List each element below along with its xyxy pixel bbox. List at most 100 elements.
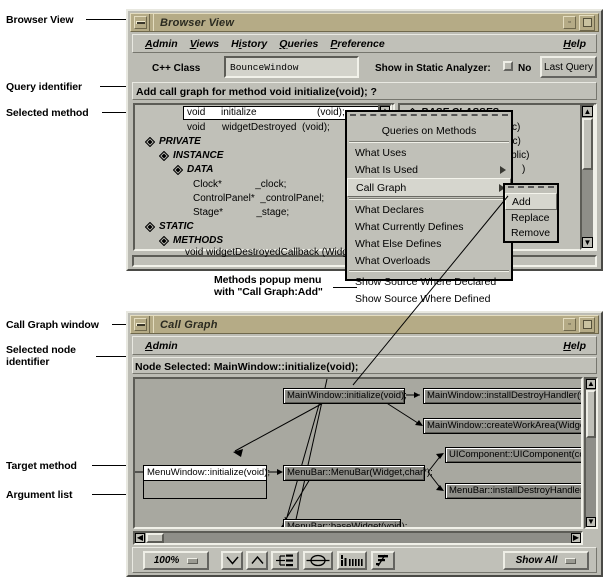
menu-history[interactable]: History xyxy=(231,38,267,50)
menu-item-what-else-defines[interactable]: What Else Defines xyxy=(347,235,511,252)
window-minimize-icon[interactable] xyxy=(134,16,147,29)
show-mode-option-menu[interactable]: Show All xyxy=(503,551,589,570)
callgraph-titlebar[interactable]: Call Graph ▫ xyxy=(130,315,599,334)
list-item[interactable]: ) xyxy=(522,164,525,175)
menu-item-show-source-where-defined[interactable]: Show Source Where Defined xyxy=(347,290,511,307)
menu-item-show-source-where-declared[interactable]: Show Source Where Declared xyxy=(347,273,511,290)
list-item[interactable]: METHODS xyxy=(173,235,223,246)
scroll-down-icon[interactable]: ▼ xyxy=(582,237,593,248)
queries-on-methods-popup: Queries on Methods What Uses What Is Use… xyxy=(345,110,513,305)
canvas-vertical-scrollbar[interactable]: ▲ ▼ xyxy=(584,377,598,529)
list-item[interactable]: PRIVATE xyxy=(159,136,201,147)
menu-admin[interactable]: Admin xyxy=(145,38,178,50)
menu-tearoff-handle[interactable] xyxy=(350,114,508,123)
menu-help[interactable]: Help xyxy=(563,340,586,352)
node-collapse-button[interactable] xyxy=(303,551,333,570)
diamond-icon[interactable] xyxy=(145,222,155,232)
chevron-down-button[interactable] xyxy=(221,551,243,570)
scroll-down-icon[interactable]: ▼ xyxy=(586,517,596,527)
window-menu-icon[interactable]: ▫ xyxy=(563,16,576,29)
canvas-horizontal-scrollbar[interactable]: ◀ ▶ xyxy=(133,531,583,545)
scroll-left-icon[interactable]: ◀ xyxy=(135,533,145,543)
query-identifier-text: Add call graph for method void initializ… xyxy=(136,86,377,98)
selected-method-args: (void); xyxy=(317,107,345,118)
submenu-tearoff-handle[interactable] xyxy=(508,186,554,193)
menu-item-call-graph[interactable]: Call Graph xyxy=(347,178,511,197)
menu-item-what-uses[interactable]: What Uses xyxy=(347,144,511,161)
list-item[interactable]: Stage* _stage; xyxy=(193,207,289,218)
callgraph-window-title: Call Graph xyxy=(160,318,218,331)
screenshot-root: Browser View Query identifier Selected m… xyxy=(0,0,611,583)
list-item[interactable]: ControlPanel* _controlPanel; xyxy=(193,193,324,204)
chevron-down-icon xyxy=(225,556,239,565)
menu-views[interactable]: Views xyxy=(190,38,219,50)
scroll-up-icon[interactable]: ▲ xyxy=(586,379,596,389)
graph-node[interactable]: MainWindow::initialize(void); xyxy=(283,388,407,404)
diamond-icon[interactable] xyxy=(173,165,183,175)
layout-button[interactable] xyxy=(371,551,395,570)
chevron-up-button[interactable] xyxy=(246,551,268,570)
menu-item-what-currently-defines[interactable]: What Currently Defines xyxy=(347,218,511,235)
scroll-up-icon[interactable]: ▲ xyxy=(582,106,593,117)
menu-help[interactable]: Help xyxy=(563,38,586,50)
scrollbar-thumb[interactable] xyxy=(586,390,596,438)
window-maximize-icon[interactable] xyxy=(579,316,595,333)
menu-item-what-is-used[interactable]: What Is Used xyxy=(347,161,511,178)
scroll-right-icon[interactable]: ▶ xyxy=(571,533,581,543)
diamond-icon[interactable] xyxy=(145,137,155,147)
browser-titlebar[interactable]: Browser View ▫ xyxy=(130,13,599,32)
leader-line xyxy=(102,112,128,113)
menu-preference[interactable]: Preference xyxy=(330,38,384,50)
last-query-button[interactable]: Last Query xyxy=(540,56,597,78)
graph-node[interactable]: UIComponent::UIComponent(const c xyxy=(445,447,581,463)
diamond-icon[interactable] xyxy=(159,151,169,161)
list-item[interactable]: INSTANCE xyxy=(173,150,223,161)
graph-node[interactable]: MainWindow::installDestroyHandler(void) xyxy=(423,388,581,404)
menu-item-label: Call Graph xyxy=(356,181,407,194)
node-selected-text: Node Selected: MainWindow::initialize(vo… xyxy=(135,361,359,373)
right-pane-scrollbar[interactable]: ▲ ▼ xyxy=(580,104,595,250)
scrollbar-thumb[interactable] xyxy=(582,118,593,170)
list-item[interactable]: c) xyxy=(512,122,520,133)
menu-admin[interactable]: Admin xyxy=(145,340,178,352)
graph-node[interactable]: MenuBar::baseWidget(void); xyxy=(283,519,407,527)
leader-line xyxy=(86,19,128,20)
submenu-item-add[interactable]: Add xyxy=(505,193,557,210)
titlebar-divider xyxy=(149,14,154,31)
node-selected-bar: Node Selected: MainWindow::initialize(vo… xyxy=(132,357,597,374)
call-graph-canvas[interactable]: MainWindow::initialize(void); MainWindow… xyxy=(133,377,583,529)
graph-node-selected[interactable]: MenuWindow::initialize(void); xyxy=(143,465,270,481)
submenu-item-remove[interactable]: Remove xyxy=(505,225,557,240)
window-maximize-icon[interactable] xyxy=(579,14,595,31)
diamond-icon[interactable] xyxy=(159,236,169,246)
annotation-browser-view: Browser View xyxy=(6,14,74,26)
bar-chart-icon xyxy=(341,555,363,566)
graph-node[interactable]: MenuBar::installDestroyHandler(vo xyxy=(445,483,581,499)
submenu-item-replace[interactable]: Replace xyxy=(505,210,557,225)
list-item[interactable]: Clock* _clock; xyxy=(193,179,286,190)
cpp-class-input[interactable]: BounceWindow xyxy=(224,56,359,78)
static-analyzer-label: Show in Static Analyzer: xyxy=(375,63,491,74)
tree-expand-button[interactable] xyxy=(271,551,299,570)
zoom-level-option-menu[interactable]: 100% xyxy=(143,551,209,570)
list-item[interactable]: void widgetDestroyedCallback (Widg xyxy=(185,247,348,258)
callgraph-menubar: Admin Help xyxy=(132,336,597,355)
bar-chart-button[interactable] xyxy=(337,551,367,570)
menu-item-what-declares[interactable]: What Declares xyxy=(347,201,511,218)
list-item[interactable]: STATIC xyxy=(159,221,194,232)
menu-separator xyxy=(349,141,509,143)
list-item[interactable]: void widgetDestroyed (void); xyxy=(187,122,330,133)
node-collapse-icon xyxy=(306,554,330,567)
selected-method-ret: void xyxy=(187,107,206,118)
window-menu-icon[interactable]: ▫ xyxy=(563,318,576,331)
graph-node[interactable]: MainWindow::createWorkArea(Widget); xyxy=(423,418,581,434)
graph-node[interactable]: MenuBar::MenuBar(Widget,char*); xyxy=(283,465,433,481)
menu-item-what-overloads[interactable]: What Overloads xyxy=(347,252,511,269)
window-minimize-icon[interactable] xyxy=(134,318,147,331)
static-analyzer-checkbox[interactable] xyxy=(503,61,513,71)
annotation-target-method: Target method xyxy=(6,460,77,472)
menu-queries[interactable]: Queries xyxy=(279,38,318,50)
list-item[interactable]: DATA xyxy=(187,164,213,175)
tree-expand-icon xyxy=(276,554,293,567)
scrollbar-thumb[interactable] xyxy=(146,533,164,543)
